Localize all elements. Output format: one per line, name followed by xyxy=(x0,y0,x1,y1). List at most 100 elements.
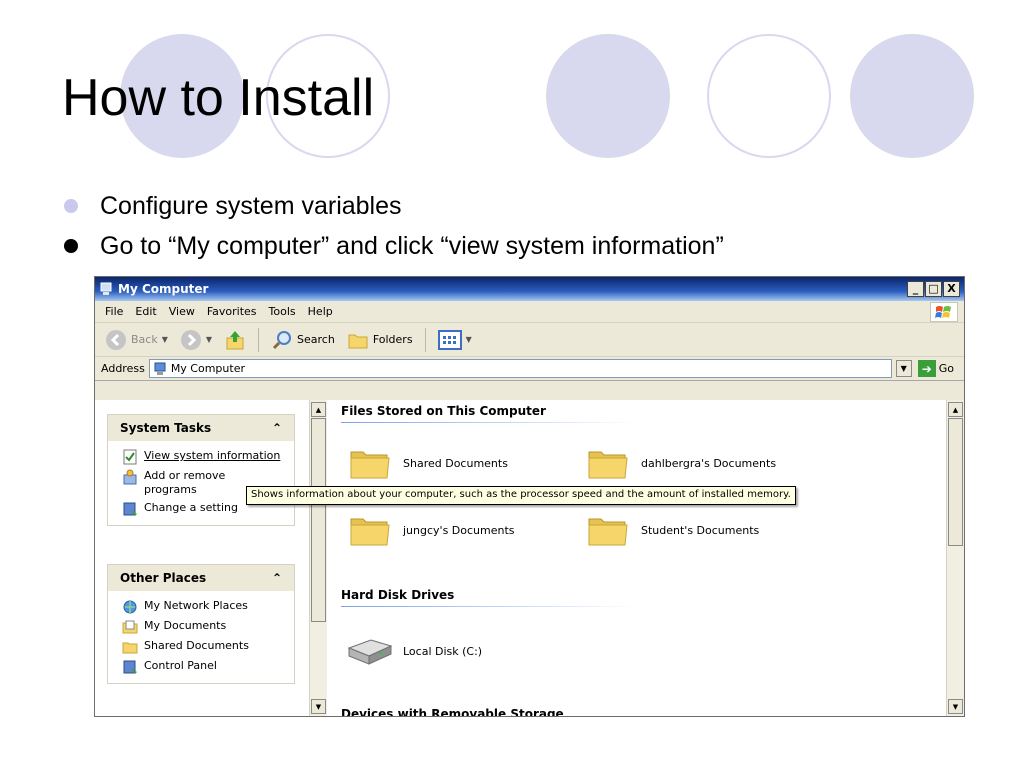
window-title: My Computer xyxy=(118,282,209,296)
folder-icon xyxy=(350,451,390,479)
window-controls: _ □ X xyxy=(907,281,960,297)
content-area: System Tasks ⌃ View system information A… xyxy=(95,400,964,716)
menu-view[interactable]: View xyxy=(163,305,201,318)
collapse-icon[interactable]: ⌃ xyxy=(272,571,282,585)
system-tasks-title: System Tasks xyxy=(120,421,212,435)
task-view-system-information[interactable]: View system information xyxy=(122,447,294,467)
task-pane: System Tasks ⌃ View system information A… xyxy=(95,400,309,716)
folder-icon xyxy=(588,518,628,546)
folder-icon xyxy=(350,518,390,546)
back-button[interactable]: Back ▼ xyxy=(101,327,172,353)
scroll-down-arrow[interactable]: ▼ xyxy=(948,699,963,714)
other-places-title: Other Places xyxy=(120,571,207,585)
place-shared-documents[interactable]: Shared Documents xyxy=(122,637,294,657)
task-label: Add or remove programs xyxy=(144,469,226,496)
forward-button[interactable]: ▼ xyxy=(176,327,216,353)
task-pane-scrollbar[interactable]: ▲ ▼ xyxy=(309,400,327,716)
scroll-thumb[interactable] xyxy=(948,418,963,546)
search-icon xyxy=(272,330,292,349)
files-pane-scrollbar[interactable]: ▲ ▼ xyxy=(946,400,964,716)
search-button[interactable]: Search xyxy=(267,327,339,353)
chevron-down-icon[interactable]: ▼ xyxy=(206,335,212,344)
system-tasks-header[interactable]: System Tasks ⌃ xyxy=(108,415,294,441)
menu-bar: File Edit View Favorites Tools Help xyxy=(95,301,964,323)
address-dropdown-button[interactable]: ▼ xyxy=(895,360,912,377)
back-arrow-icon xyxy=(106,329,126,350)
drive-local-disk-c[interactable]: Local Disk (C:) xyxy=(345,634,482,668)
folder-label: dahlbergra's Documents xyxy=(641,456,777,470)
views-icon xyxy=(437,329,462,350)
place-label: My Documents xyxy=(144,619,227,632)
drive-label: Local Disk (C:) xyxy=(403,644,483,658)
address-input[interactable]: My Computer xyxy=(148,359,892,378)
my-documents-icon xyxy=(122,620,138,634)
group-divider xyxy=(341,422,636,423)
folder-label: jungcy's Documents xyxy=(403,523,515,537)
place-label: Control Panel xyxy=(144,659,217,672)
network-places-icon xyxy=(123,600,137,614)
menu-help[interactable]: Help xyxy=(302,305,339,318)
go-button[interactable]: ➔ Go xyxy=(917,360,954,377)
folder-student-documents[interactable]: Student's Documents xyxy=(587,513,759,547)
toolbar-separator xyxy=(424,327,426,352)
scroll-up-arrow[interactable]: ▲ xyxy=(311,402,326,417)
system-tasks-body: View system information Add or remove pr… xyxy=(108,441,294,525)
toolbar-separator xyxy=(258,327,260,352)
control-panel-icon xyxy=(123,502,137,516)
menu-file[interactable]: File xyxy=(99,305,129,318)
group-removable-title: Devices with Removable Storage xyxy=(341,707,564,717)
other-places-header[interactable]: Other Places ⌃ xyxy=(108,565,294,591)
close-button[interactable]: X xyxy=(943,281,960,297)
place-my-network-places[interactable]: My Network Places xyxy=(122,597,294,617)
folder-shared-documents[interactable]: Shared Documents xyxy=(349,446,508,480)
computer-icon xyxy=(100,282,112,295)
place-my-documents[interactable]: My Documents xyxy=(122,617,294,637)
place-label: My Network Places xyxy=(144,599,248,612)
folders-button[interactable]: Folders xyxy=(343,327,417,353)
toolbar: Back ▼ ▼ Search Folders ▼ xyxy=(95,323,964,357)
computer-icon xyxy=(154,362,166,375)
group-files-stored-title: Files Stored on This Computer xyxy=(341,404,546,418)
collapse-icon[interactable]: ⌃ xyxy=(272,421,282,435)
chevron-down-icon[interactable]: ▼ xyxy=(466,335,472,344)
scroll-down-arrow[interactable]: ▼ xyxy=(311,699,326,714)
task-label: View system information xyxy=(144,449,281,462)
folder-icon xyxy=(588,451,628,479)
scroll-up-arrow[interactable]: ▲ xyxy=(948,402,963,417)
other-places-panel: Other Places ⌃ My Network Places My Docu… xyxy=(107,564,295,684)
folder-label: Shared Documents xyxy=(403,456,508,470)
folder-jungcy-documents[interactable]: jungcy's Documents xyxy=(349,513,515,547)
system-info-icon xyxy=(123,449,137,465)
decor-circle-3 xyxy=(546,34,670,158)
folders-label: Folders xyxy=(372,333,413,346)
bullet-item: Go to “My computer” and click “view syst… xyxy=(64,226,724,266)
bullet-text: Configure system variables xyxy=(100,191,402,220)
place-label: Shared Documents xyxy=(144,639,249,652)
views-button[interactable]: ▼ xyxy=(434,328,476,352)
go-arrow-icon: ➔ xyxy=(917,360,936,377)
hard-disk-icon xyxy=(347,639,393,665)
bullet-dot-icon xyxy=(64,239,78,253)
system-info-tooltip: Shows information about your computer, s… xyxy=(246,486,796,505)
add-remove-programs-icon xyxy=(123,469,137,485)
minimize-button[interactable]: _ xyxy=(907,281,924,297)
maximize-button[interactable]: □ xyxy=(925,281,942,297)
folder-dahlbergra-documents[interactable]: dahlbergra's Documents xyxy=(587,446,776,480)
windows-logo-icon xyxy=(930,301,958,322)
scroll-thumb[interactable] xyxy=(311,418,326,622)
place-control-panel[interactable]: Control Panel xyxy=(122,657,294,677)
menu-favorites[interactable]: Favorites xyxy=(201,305,263,318)
up-folder-button[interactable] xyxy=(220,327,250,353)
control-panel-icon xyxy=(123,660,137,674)
decor-circle-5 xyxy=(850,34,974,158)
other-places-body: My Network Places My Documents Shared Do… xyxy=(108,591,294,683)
bullet-dot-icon xyxy=(64,199,78,213)
back-label: Back xyxy=(131,333,158,346)
system-tasks-panel: System Tasks ⌃ View system information A… xyxy=(107,414,295,526)
window-titlebar[interactable]: My Computer _ □ X xyxy=(95,277,964,301)
menu-tools[interactable]: Tools xyxy=(263,305,302,318)
folder-label: Student's Documents xyxy=(641,523,760,537)
menu-edit[interactable]: Edit xyxy=(129,305,162,318)
address-value: My Computer xyxy=(170,362,245,375)
chevron-down-icon[interactable]: ▼ xyxy=(162,335,168,344)
